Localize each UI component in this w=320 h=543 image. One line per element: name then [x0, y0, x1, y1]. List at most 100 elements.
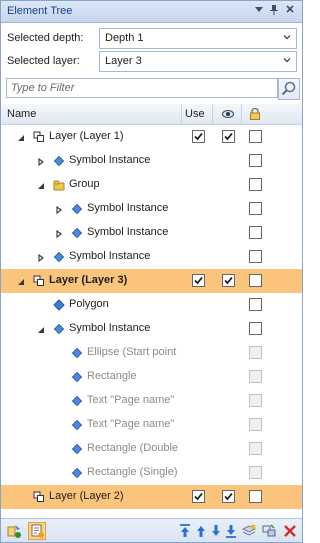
pin-icon[interactable] — [267, 4, 281, 18]
tree-row[interactable]: Symbol Instance — [1, 317, 302, 341]
lock-checkbox[interactable] — [249, 226, 262, 239]
rectangle-icon — [71, 467, 83, 479]
expand-arrow-icon[interactable] — [55, 205, 63, 215]
layer-label: Selected layer: — [7, 55, 80, 67]
close-icon[interactable] — [283, 4, 297, 18]
tree-row[interactable]: Symbol Instance — [1, 245, 302, 269]
search-button[interactable] — [278, 78, 300, 100]
filter-input[interactable] — [9, 80, 273, 96]
tree-row[interactable]: Layer (Layer 2) — [1, 485, 302, 509]
text-icon — [71, 395, 83, 407]
panel-titlebar: Element Tree — [1, 1, 302, 23]
tree-view: Layer (Layer 1) Symbol Instance Group Symbo… — [1, 125, 302, 509]
lock-checkbox[interactable] — [249, 250, 262, 263]
lock-checkbox[interactable] — [249, 130, 262, 143]
collapse-arrow-icon[interactable] — [17, 277, 25, 285]
tree-item-label: Polygon — [69, 298, 109, 310]
filter-box — [6, 78, 278, 98]
layer-icon — [33, 491, 45, 503]
tree-row[interactable]: Polygon — [1, 293, 302, 317]
lock-checkbox[interactable] — [249, 322, 262, 335]
tree-item-label: Layer (Layer 1) — [49, 130, 124, 142]
eye-icon — [222, 110, 234, 118]
polygon-icon — [53, 299, 65, 311]
tree-row[interactable]: Layer (Layer 3) — [1, 269, 302, 293]
layer-row: Selected layer: Layer 3 — [1, 50, 302, 73]
lock-checkbox[interactable] — [249, 298, 262, 311]
tree-row[interactable]: Symbol Instance — [1, 149, 302, 173]
visible-checkbox[interactable] — [222, 130, 235, 143]
collapse-arrow-icon[interactable] — [37, 325, 45, 333]
layer-select[interactable]: Layer 3 — [99, 51, 297, 72]
lock-checkbox[interactable] — [249, 202, 262, 215]
collapse-arrow-icon[interactable] — [17, 133, 25, 141]
use-checkbox[interactable] — [192, 130, 205, 143]
add-layer-icon[interactable] — [6, 523, 22, 539]
visible-checkbox[interactable] — [222, 490, 235, 503]
depth-row: Selected depth: Depth 1 — [1, 27, 302, 50]
lock-checkbox[interactable] — [249, 154, 262, 167]
delete-icon[interactable] — [282, 523, 298, 539]
tree-item-label: Symbol Instance — [69, 250, 151, 262]
tree-row[interactable]: Layer (Layer 1) — [1, 125, 302, 149]
text-icon — [71, 419, 83, 431]
tree-row[interactable]: Group — [1, 173, 302, 197]
tree-item-label: Rectangle — [87, 370, 137, 382]
tree-row[interactable]: Rectangle (Single) — [1, 461, 302, 485]
tree-item-label: Rectangle (Single) — [87, 466, 178, 478]
lock-checkbox[interactable] — [249, 274, 262, 287]
lock-checkbox — [249, 442, 262, 455]
tree-row[interactable]: Text "Page name" — [1, 413, 302, 437]
tree-row[interactable]: Ellipse (Start point f — [1, 341, 302, 365]
group-icon — [53, 179, 65, 191]
tree-row[interactable]: Rectangle — [1, 365, 302, 389]
visible-checkbox[interactable] — [222, 274, 235, 287]
rectangle-icon — [71, 443, 83, 455]
tree-item-label: Symbol Instance — [69, 322, 151, 334]
expand-arrow-icon[interactable] — [55, 229, 63, 239]
layer-properties-icon[interactable] — [28, 522, 46, 540]
use-checkbox[interactable] — [192, 490, 205, 503]
lock-icon — [250, 107, 260, 120]
lock-checkbox[interactable] — [249, 178, 262, 191]
column-name[interactable]: Name — [7, 108, 36, 120]
tree-row[interactable]: Symbol Instance — [1, 221, 302, 245]
tree-item-label: Layer (Layer 2) — [49, 490, 124, 502]
tree-header: Name Use — [1, 104, 302, 125]
tree-row[interactable]: Symbol Instance — [1, 197, 302, 221]
tree-item-label: Group — [69, 178, 100, 190]
expand-arrow-icon[interactable] — [37, 253, 45, 263]
layer-value: Layer 3 — [105, 55, 142, 67]
expand-arrow-icon[interactable] — [37, 157, 45, 167]
column-lock[interactable] — [248, 107, 262, 121]
tree-row[interactable]: Text "Page name" — [1, 389, 302, 413]
chevron-down-icon — [283, 58, 291, 63]
collapse-arrow-icon[interactable] — [37, 181, 45, 189]
merge-icon[interactable] — [261, 523, 277, 539]
column-visible[interactable] — [221, 107, 235, 121]
tree-item-label: Symbol Instance — [69, 154, 151, 166]
depth-value: Depth 1 — [105, 32, 144, 44]
lock-checkbox — [249, 466, 262, 479]
layer-icon — [33, 131, 45, 143]
pin-dropdown-icon[interactable] — [252, 4, 266, 18]
tree-item-label: Text "Page name" — [87, 418, 175, 430]
tree-item-label: Rectangle (Double) — [87, 442, 179, 454]
move-bottom-icon[interactable] — [223, 523, 239, 539]
chevron-down-icon — [283, 35, 291, 40]
bottom-toolbar — [1, 518, 302, 542]
tree-row[interactable]: Rectangle (Double) — [1, 437, 302, 461]
depth-label: Selected depth: — [7, 32, 84, 44]
lock-checkbox — [249, 346, 262, 359]
move-top-icon[interactable] — [177, 523, 193, 539]
add-element-icon[interactable] — [241, 523, 257, 539]
depth-select[interactable]: Depth 1 — [99, 28, 297, 49]
layer-icon — [33, 275, 45, 287]
lock-checkbox — [249, 394, 262, 407]
use-checkbox[interactable] — [192, 274, 205, 287]
symbol-icon — [53, 251, 65, 263]
move-up-icon[interactable] — [193, 523, 209, 539]
lock-checkbox[interactable] — [249, 490, 262, 503]
column-use[interactable]: Use — [185, 108, 205, 120]
move-down-icon[interactable] — [208, 523, 224, 539]
